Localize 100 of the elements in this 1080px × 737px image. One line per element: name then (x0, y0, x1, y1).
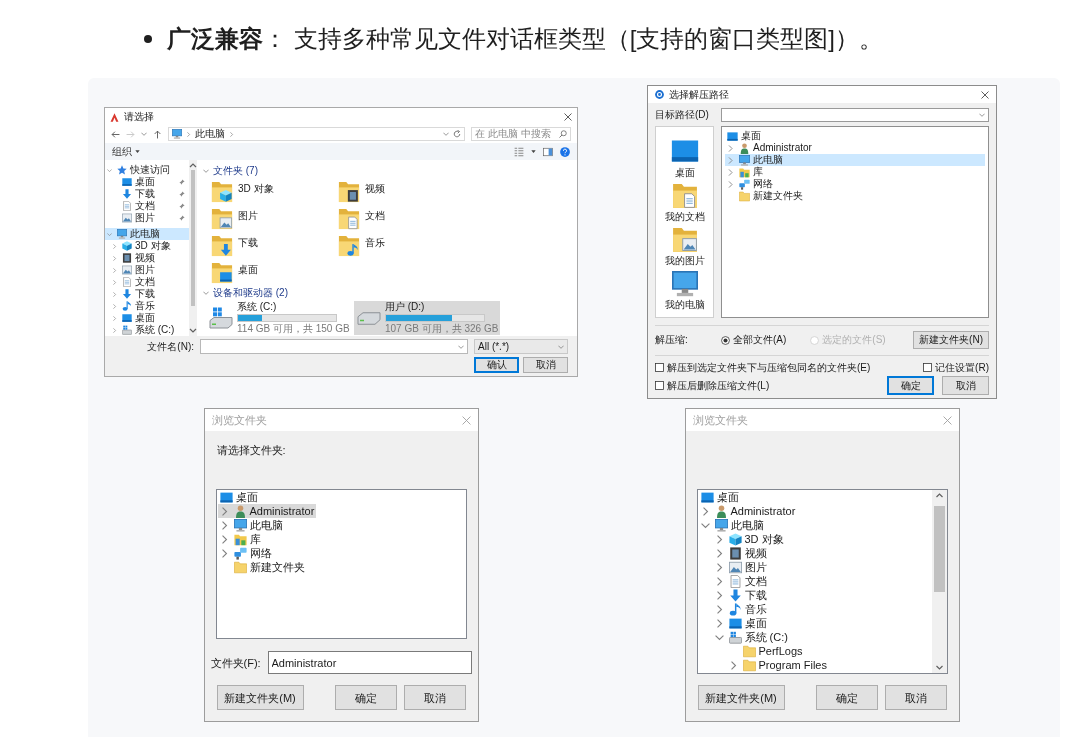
new-folder-button[interactable]: 新建文件夹(M) (697, 685, 785, 710)
tree-item[interactable]: Administrator (698, 504, 798, 518)
tree-item[interactable]: 图片 (712, 560, 769, 574)
place-item[interactable]: 桌面 (657, 137, 712, 179)
chevron-down-icon[interactable] (979, 112, 985, 118)
folder-field[interactable]: Administrator (267, 651, 472, 674)
chevron-right-icon[interactable] (727, 168, 734, 176)
chevron-right-icon[interactable] (727, 144, 734, 152)
folder-item[interactable]: 文档 (338, 208, 389, 230)
checkbox-option[interactable]: 解压到选定文件夹下与压缩包同名的文件夹(E) (655, 361, 871, 374)
back-arrow-icon[interactable] (111, 129, 120, 139)
cancel-button[interactable]: 取消 (884, 685, 947, 710)
tree-item[interactable]: 系统 (C:) (712, 630, 790, 644)
chevron-right-icon[interactable] (112, 315, 117, 321)
tree-item[interactable]: 桌面 (725, 130, 763, 142)
close-icon[interactable] (981, 90, 989, 99)
scrollbar[interactable] (189, 160, 197, 336)
drive-item[interactable]: 用户 (D:) 107 GB 可用，共 326 GB (354, 301, 500, 335)
chevron-down-icon[interactable] (107, 167, 112, 173)
chevron-right-icon[interactable] (727, 156, 734, 164)
chevron-down-icon[interactable] (558, 343, 564, 350)
cancel-button[interactable]: 取消 (942, 376, 989, 395)
tree-item[interactable]: 视频 (712, 546, 769, 560)
tree-item[interactable]: 桌面 (712, 616, 769, 630)
tree-item[interactable]: 音乐 (712, 602, 769, 616)
tree-item[interactable]: 快速访问 (105, 164, 172, 176)
radio-option[interactable]: 全部文件(A) (721, 334, 787, 346)
drive-item[interactable]: 系统 (C:) 114 GB 可用，共 150 GB (206, 301, 352, 335)
checkbox-option[interactable]: 解压后删除压缩文件(L) (655, 379, 770, 392)
chevron-right-icon[interactable] (112, 291, 117, 297)
chevron-right-icon[interactable] (112, 327, 117, 333)
ok-button[interactable]: 确定 (887, 376, 934, 395)
chevron-down-icon[interactable] (107, 231, 112, 237)
chevron-down-icon[interactable] (458, 343, 464, 350)
tree-item[interactable]: 此电脑 (105, 228, 189, 240)
folder-item[interactable]: 音乐 (338, 235, 389, 257)
tree-item[interactable]: Administrator (725, 142, 814, 154)
forward-arrow-icon[interactable] (126, 129, 135, 139)
tree-item[interactable]: 图片 (110, 212, 189, 224)
tree-item[interactable]: 库 (725, 166, 765, 178)
tree-item[interactable]: 网络 (217, 546, 274, 560)
folder-item[interactable]: 图片 (211, 208, 262, 230)
close-icon[interactable] (564, 113, 572, 121)
tree-item[interactable]: 下载 (110, 288, 157, 300)
tree-item[interactable]: Program Files (726, 658, 829, 672)
tree-item[interactable]: 下载 (712, 588, 769, 602)
tree-item[interactable]: 图片 (110, 264, 157, 276)
ok-button[interactable]: 确定 (334, 685, 397, 710)
help-icon[interactable] (560, 146, 570, 157)
chevron-right-icon[interactable] (229, 131, 234, 137)
folder-item[interactable]: 3D 对象 (211, 181, 278, 203)
chevron-right-icon[interactable] (186, 131, 191, 137)
folder-item[interactable]: 下载 (211, 235, 262, 257)
chevron-right-icon[interactable] (727, 180, 734, 188)
breadcrumb[interactable]: 此电脑 (195, 128, 225, 140)
tree-item[interactable]: 系统 (C:) (110, 324, 177, 336)
tree-item[interactable]: 此电脑 (725, 154, 985, 166)
tree-item[interactable]: 桌面 (110, 312, 157, 324)
tree-item[interactable]: 此电脑 (217, 518, 285, 532)
checkbox-option[interactable]: 记住设置(R) (923, 361, 989, 374)
chevron-right-icon[interactable] (112, 267, 117, 273)
cancel-button[interactable]: 取消 (523, 357, 568, 373)
folder-item[interactable]: 视频 (338, 181, 389, 203)
tree-item[interactable]: 桌面 (110, 176, 189, 188)
tree-item[interactable]: 文档 (110, 200, 189, 212)
tree-item[interactable]: 下载 (110, 188, 189, 200)
ok-button[interactable]: 确认 (474, 357, 519, 373)
tree-item[interactable]: 桌面 (698, 490, 741, 504)
tree-item[interactable]: 网络 (725, 178, 775, 190)
preview-pane-icon[interactable] (543, 146, 553, 157)
tree-item[interactable]: 新建文件夹 (217, 560, 307, 574)
filename-field[interactable] (200, 339, 468, 354)
path-field[interactable] (721, 108, 989, 122)
ok-button[interactable]: 确定 (815, 685, 878, 710)
chevron-down-icon[interactable] (203, 167, 209, 174)
tree-item[interactable]: 音乐 (110, 300, 157, 312)
chevron-right-icon[interactable] (112, 243, 117, 249)
tree-item[interactable]: 3D 对象 (712, 532, 786, 546)
chevron-right-icon[interactable] (112, 255, 117, 261)
tree-item[interactable]: 此电脑 (698, 518, 766, 532)
chevron-down-icon[interactable] (203, 289, 209, 296)
refresh-icon[interactable] (453, 130, 461, 138)
tree-item[interactable]: PerfLogs (726, 644, 805, 658)
tree-item[interactable]: Administrator (217, 504, 317, 518)
tree-item[interactable]: 库 (217, 532, 263, 546)
chevron-down-icon[interactable] (141, 131, 147, 137)
new-folder-button[interactable]: 新建文件夹(N) (913, 331, 989, 349)
place-item[interactable]: 我的文档 (657, 183, 712, 223)
search-field[interactable]: 在 此电脑 中搜索 (471, 127, 571, 141)
new-folder-button[interactable]: 新建文件夹(M) (216, 685, 304, 710)
folder-item[interactable]: 桌面 (211, 262, 262, 284)
address-bar[interactable]: 此电脑 (168, 127, 465, 141)
tree-item[interactable]: 新建文件夹 (725, 190, 805, 202)
group-header[interactable]: 设备和驱动器 (2) (203, 286, 288, 299)
file-type-dropdown[interactable]: All (*.*) (474, 339, 568, 354)
chevron-right-icon[interactable] (112, 303, 117, 309)
tree-item[interactable]: 视频 (110, 252, 157, 264)
place-item[interactable]: 我的图片 (657, 227, 712, 267)
chevron-right-icon[interactable] (112, 279, 117, 285)
scrollbar[interactable] (931, 490, 947, 673)
